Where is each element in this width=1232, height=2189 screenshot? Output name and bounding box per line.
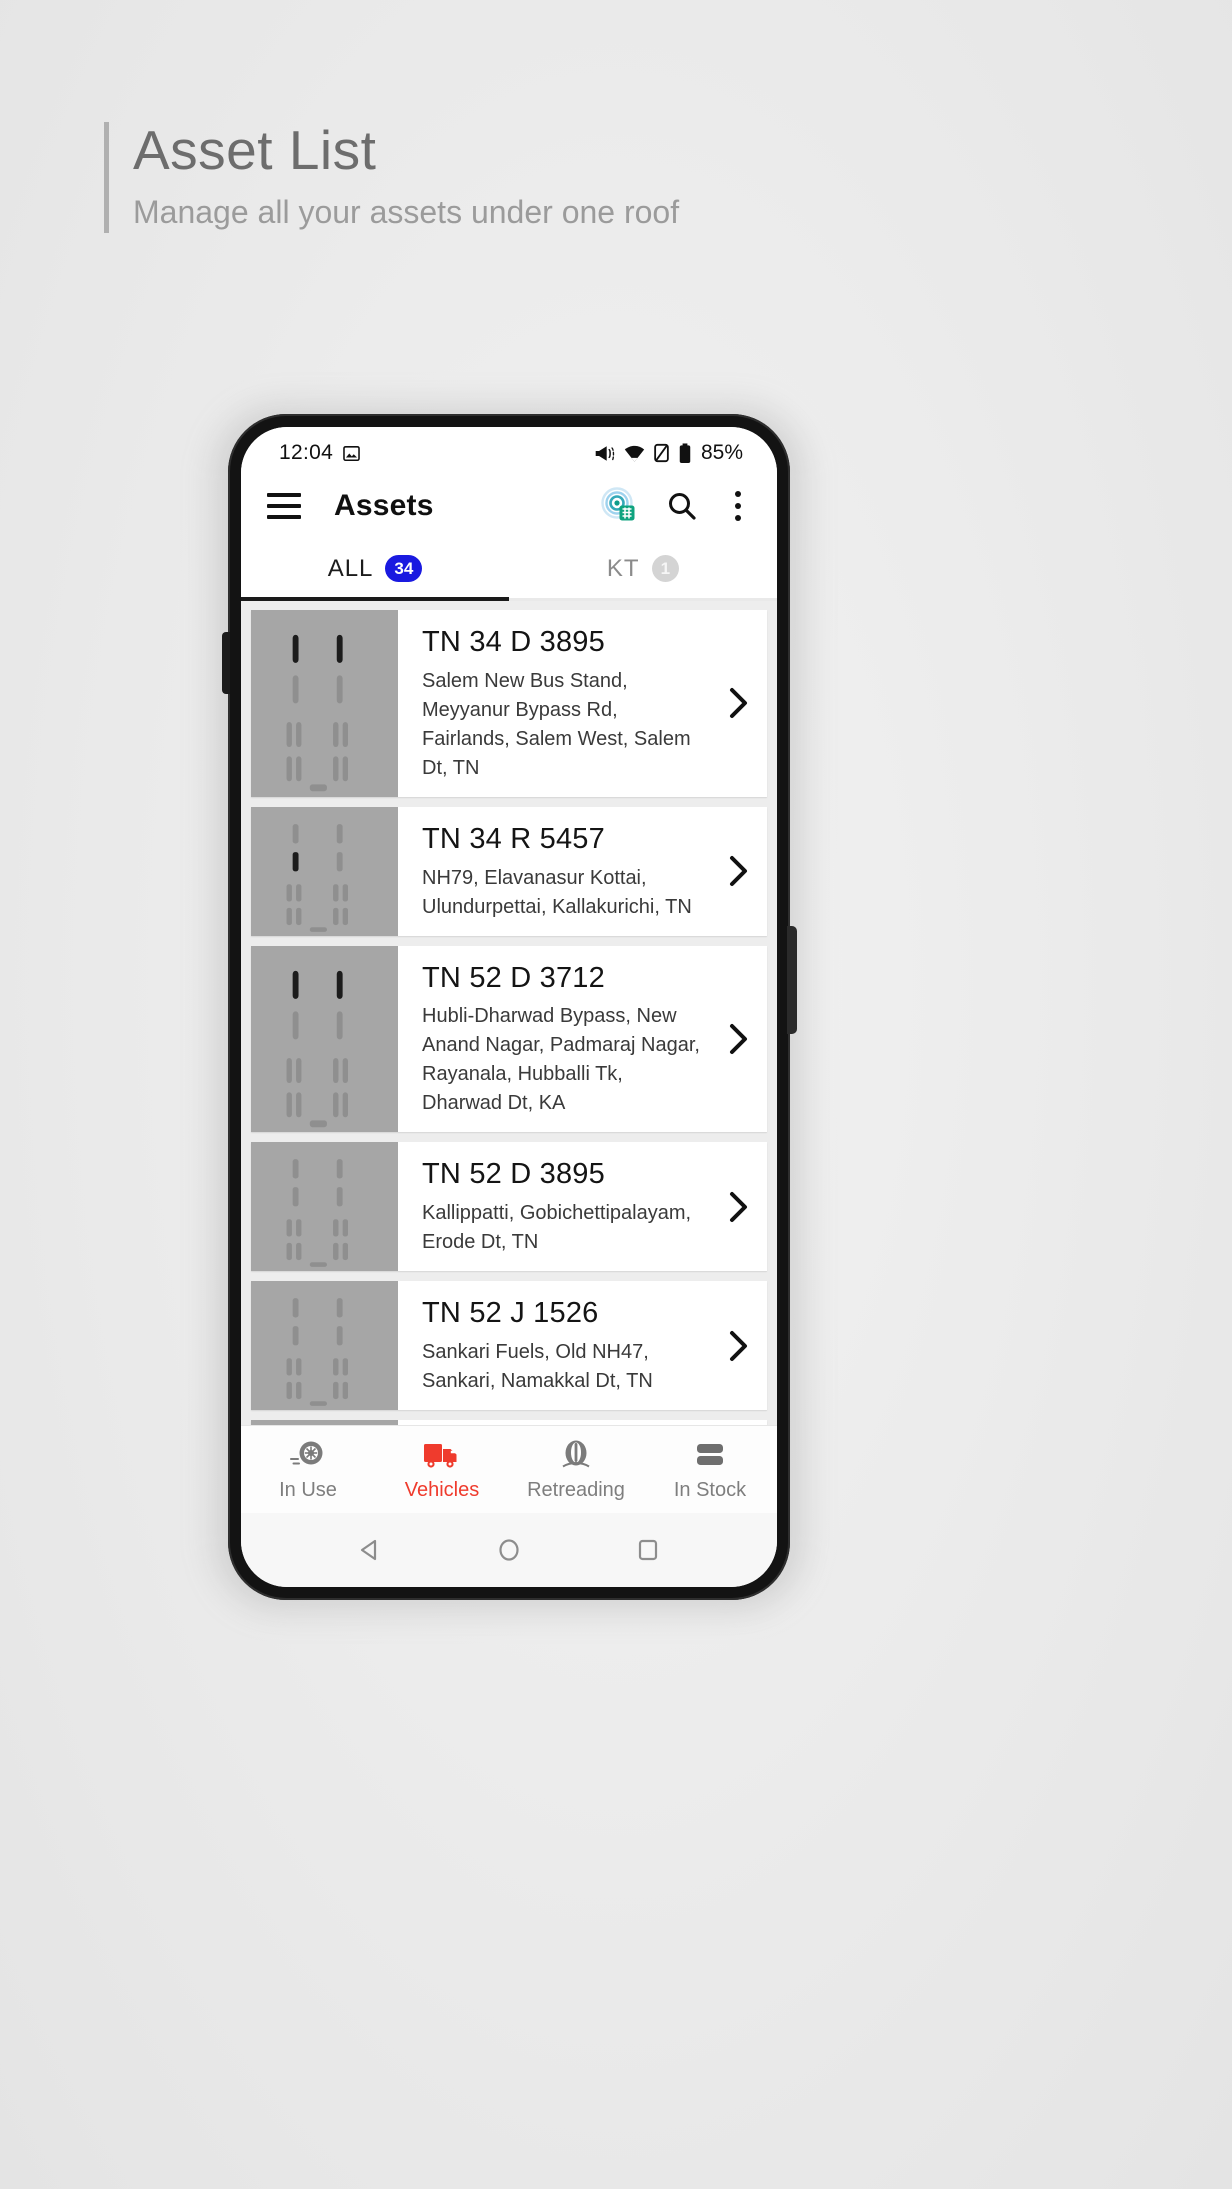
header-accent-rule	[104, 122, 109, 234]
power-button[interactable]	[787, 926, 797, 1034]
volume-button[interactable]	[222, 632, 230, 694]
stacked-tires-icon	[691, 1437, 729, 1473]
vehicle-tire-layout-thumbnail	[251, 1419, 398, 1425]
tab-kt[interactable]: KT 1	[509, 539, 777, 598]
asset-address: Salem New Bus Stand, Meyyanur Bypass Rd,…	[422, 669, 691, 779]
status-bar-right: 85%	[594, 441, 743, 465]
app-bar: Assets	[241, 473, 777, 539]
page-title: Asset List	[133, 119, 377, 181]
asset-list-item[interactable]: TN 52 J 1526 Sankari Fuels, Old NH47, Sa…	[251, 1281, 767, 1410]
bottom-nav-item-in-use[interactable]: In Use	[241, 1437, 375, 1502]
header-text-block: Asset List Manage all your assets under …	[133, 119, 680, 233]
tab-kt-badge: 1	[651, 555, 680, 582]
tab-all-badge: 34	[385, 555, 423, 582]
android-navigation-bar	[241, 1513, 777, 1587]
square-recents-icon[interactable]	[633, 1535, 663, 1565]
asset-address: Kallippatti, Gobichettipalayam, Erode Dt…	[422, 1202, 692, 1254]
triangle-back-icon[interactable]	[355, 1535, 385, 1565]
phone-body: 12:04 85% Assets ALL 34 KT 1 TN 34 D 389…	[222, 414, 797, 1600]
asset-list-item[interactable]: TN 52 D 3895 Kallippatti, Gobichettipala…	[251, 1142, 767, 1272]
asset-address: NH79, Elavanasur Kottai, Ulundurpettai, …	[422, 866, 692, 918]
asset-details: TN 52 J 1526 Sankari Fuels, Old NH47, Sa…	[398, 1281, 711, 1410]
overflow-menu-icon[interactable]	[724, 491, 751, 521]
retread-tire-icon	[557, 1437, 595, 1473]
vehicle-tire-layout-thumbnail	[251, 610, 398, 797]
rfid-scan-icon[interactable]	[600, 486, 640, 526]
asset-list-item[interactable]: TN 52 D 3712 Hubli-Dharwad Bypass, New A…	[251, 945, 767, 1133]
asset-list-item[interactable]: TN 34 R 5457 NH79, Elavanasur Kottai, Ul…	[251, 806, 767, 936]
chevron-right-icon[interactable]	[711, 610, 767, 797]
truck-icon	[422, 1437, 462, 1473]
phone-mockup: 12:04 85% Assets ALL 34 KT 1 TN 34 D 389…	[214, 406, 804, 1610]
vehicle-tire-layout-thumbnail	[251, 1281, 398, 1410]
bottom-nav-label-in-stock: In Stock	[673, 1479, 747, 1501]
tab-bar: ALL 34 KT 1	[241, 539, 777, 601]
megaphone-icon	[594, 444, 616, 463]
sim-off-icon	[653, 443, 670, 463]
search-icon[interactable]	[666, 490, 698, 522]
asset-details: TN 52 D 3895 Kallippatti, Gobichettipala…	[398, 1142, 711, 1271]
chevron-right-icon[interactable]	[711, 807, 767, 936]
bottom-nav-label-in-use: In Use	[279, 1479, 337, 1501]
asset-details: TN 34 D 3895 Salem New Bus Stand, Meyyan…	[398, 610, 711, 797]
asset-list[interactable]: TN 34 D 3895 Salem New Bus Stand, Meyyan…	[241, 601, 777, 1425]
chevron-right-icon[interactable]	[711, 1142, 767, 1271]
phone-screen: 12:04 85% Assets ALL 34 KT 1 TN 34 D 389…	[241, 427, 777, 1587]
bottom-nav-item-vehicles[interactable]: Vehicles	[375, 1437, 509, 1502]
asset-details: TN 52 D 3712 Hubli-Dharwad Bypass, New A…	[398, 946, 711, 1133]
asset-registration: TN 52 J 1526	[422, 1297, 599, 1330]
tab-kt-label: KT	[606, 554, 640, 582]
hamburger-icon[interactable]	[267, 493, 301, 519]
page-subtitle: Manage all your assets under one roof	[133, 193, 680, 230]
asset-details: TN 34 R 5457 NH79, Elavanasur Kottai, Ul…	[398, 807, 711, 936]
bottom-navigation: In Use Vehicles Retreading In Stock	[241, 1425, 777, 1513]
asset-address: Sankari Fuels, Old NH47, Sankari, Namakk…	[422, 1340, 653, 1392]
image-icon	[342, 444, 361, 463]
asset-registration: TN 52 D 3712	[422, 961, 605, 994]
circle-home-icon[interactable]	[494, 1535, 524, 1565]
asset-list-item[interactable]: TN 52 J 3190 Old NH47, Sankari, Namakkal…	[251, 1419, 767, 1425]
bottom-nav-label-retreading: Retreading	[527, 1479, 625, 1501]
tab-all-label: ALL	[327, 554, 374, 582]
chevron-right-icon[interactable]	[711, 1420, 767, 1425]
vehicle-tire-layout-thumbnail	[251, 806, 398, 936]
bottom-nav-label-vehicles: Vehicles	[404, 1479, 480, 1501]
asset-registration: TN 52 D 3895	[422, 1158, 605, 1191]
asset-list-item[interactable]: TN 34 D 3895 Salem New Bus Stand, Meyyan…	[251, 610, 767, 797]
asset-registration: TN 34 R 5457	[422, 822, 605, 855]
chevron-right-icon[interactable]	[711, 946, 767, 1133]
bottom-nav-item-in-stock[interactable]: In Stock	[643, 1437, 777, 1502]
status-time: 12:04	[279, 441, 334, 464]
battery-percent: 85%	[700, 441, 743, 464]
asset-details: TN 52 J 3190 Old NH47, Sankari, Namakkal…	[398, 1420, 711, 1425]
rolling-tire-icon	[290, 1437, 326, 1473]
tab-all[interactable]: ALL 34	[241, 539, 509, 598]
wifi-icon	[624, 444, 645, 463]
status-bar-left: 12:04	[279, 441, 361, 465]
asset-address: Hubli-Dharwad Bypass, New Anand Nagar, P…	[422, 1005, 700, 1115]
vehicle-tire-layout-thumbnail	[251, 1142, 398, 1272]
status-bar: 12:04 85%	[241, 427, 777, 473]
bottom-nav-item-retreading[interactable]: Retreading	[509, 1437, 643, 1502]
vehicle-tire-layout-thumbnail	[251, 945, 398, 1133]
page-header: Asset List Manage all your assets under …	[104, 119, 680, 234]
battery-icon	[678, 442, 692, 464]
app-bar-title: Assets	[334, 489, 434, 522]
asset-registration: TN 34 D 3895	[422, 626, 605, 658]
chevron-right-icon[interactable]	[711, 1281, 767, 1410]
